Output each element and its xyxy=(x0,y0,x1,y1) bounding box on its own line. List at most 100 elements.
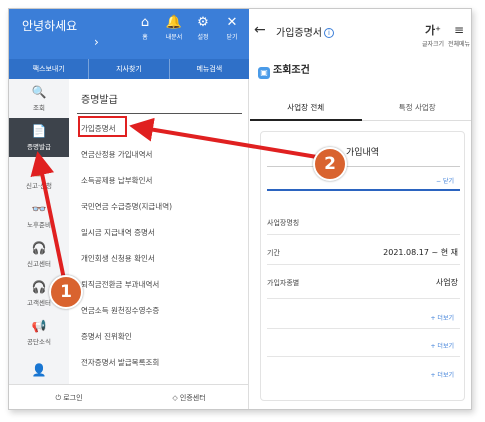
my-documents-button[interactable]: 🔔 내문서 xyxy=(163,15,185,41)
menu-item[interactable]: 일시금 지급내역 증명서 xyxy=(81,227,155,238)
sidebar-item-label: 공단소식 xyxy=(27,337,51,346)
chevron-right-icon[interactable]: › xyxy=(94,35,99,49)
step-badge-2: 2 xyxy=(313,147,347,181)
login-label: 로그인 xyxy=(63,394,83,402)
sidebar-item-label: 노후준비 xyxy=(27,220,51,229)
back-arrow-icon[interactable]: ← xyxy=(254,22,266,38)
history-card: 가입내역 − 닫기 사업장명칭 기간 2021.08.17 ~ 현 재 가입자종… xyxy=(260,131,465,401)
page-title: 가입증명서 i xyxy=(276,24,334,39)
card-divider xyxy=(267,166,460,167)
row-label: 가입자종별 xyxy=(267,279,300,287)
row-divider xyxy=(267,298,460,299)
panel-header: ← 가입증명서 i 가⁺ 글자크기 ≡ 전체메뉴 xyxy=(250,9,471,55)
accent-bar xyxy=(267,189,460,191)
user-icon: 👤 xyxy=(31,362,47,377)
row-divider xyxy=(267,328,460,329)
menu-item[interactable]: 개인회생 신청용 확인서 xyxy=(81,253,155,264)
font-size-icon: 가⁺ xyxy=(425,24,441,37)
headset-icon: 🎧 xyxy=(31,240,47,255)
step-badge-1: 1 xyxy=(49,275,83,309)
sidebar-item-label: 신고·신청 xyxy=(26,181,52,190)
condition-heading: ▣ 조회조건 xyxy=(258,61,310,79)
condition-label: 조회조건 xyxy=(273,65,310,76)
sidebar-item-report-center[interactable]: 🎧 신고센터 xyxy=(9,235,69,274)
menu-search-link[interactable]: 메뉴검색 xyxy=(170,59,249,79)
sidebar-item-label: 조회 xyxy=(33,103,45,112)
menu-item[interactable]: 연금소득 원천징수영수증 xyxy=(81,305,159,316)
sidebar-item-label: 신고센터 xyxy=(27,259,51,268)
bell-icon: 🔔 xyxy=(165,15,183,30)
clipboard-icon: 📋 xyxy=(31,162,47,177)
sidebar-item-label: 증명발급 xyxy=(27,142,51,151)
side-drawer: 안녕하세요 › ⌂ 홈 🔔 내문서 ⚙ 설정 ✕ 닫기 팩스보내기 지사찾기 메… xyxy=(9,9,249,409)
row-workplace-name: 사업장명칭 xyxy=(267,218,460,228)
row-label: 사업장명칭 xyxy=(267,219,300,227)
tab-all-workplaces[interactable]: 사업장 전체 xyxy=(250,95,362,121)
condition-icon: ▣ xyxy=(258,67,270,79)
row-divider xyxy=(267,356,460,357)
quick-links: 팩스보내기 지사찾기 메뉴검색 xyxy=(9,59,249,79)
row-value: 사업장 xyxy=(435,278,458,287)
font-size-label: 글자크기 xyxy=(421,41,445,48)
info-icon[interactable]: i xyxy=(324,28,334,38)
sidebar-item-certificate[interactable]: 📄 증명발급 xyxy=(9,118,69,157)
row-member-type: 가입자종별 사업장 xyxy=(267,278,460,288)
row-divider xyxy=(267,234,460,235)
certificate-panel: ← 가입증명서 i 가⁺ 글자크기 ≡ 전체메뉴 ▣ 조회조건 사업장 전체 특정 … xyxy=(250,9,471,409)
gear-icon: ⚙ xyxy=(197,15,209,30)
document-icon: 📄 xyxy=(31,123,47,138)
app-frame: 안녕하세요 › ⌂ 홈 🔔 내문서 ⚙ 설정 ✕ 닫기 팩스보내기 지사찾기 메… xyxy=(8,8,472,410)
settings-button[interactable]: ⚙ 설정 xyxy=(192,15,214,41)
sidebar-item-report[interactable]: 📋 신고·신청 xyxy=(9,157,69,196)
row-value: 2021.08.17 ~ 현 재 xyxy=(383,248,458,257)
auth-center-label: 인증센터 xyxy=(179,394,206,402)
glasses-icon: 👓 xyxy=(31,201,47,216)
row-period: 기간 2021.08.17 ~ 현 재 xyxy=(267,248,460,258)
more-button[interactable]: + 더보기 xyxy=(431,341,455,350)
menu-item[interactable]: 증명서 진위확인 xyxy=(81,331,132,342)
section-divider xyxy=(77,113,242,114)
sidebar-item-inquiry[interactable]: 🔍 조회 xyxy=(9,79,69,118)
close-icon: ✕ xyxy=(226,15,238,30)
close-label: 닫기 xyxy=(226,34,238,41)
auth-center-button[interactable]: ◇ 인증센터 xyxy=(129,393,249,403)
menu-item[interactable]: 국민연금 수급증명(지급내역) xyxy=(81,201,172,212)
font-size-button[interactable]: 가⁺ 글자크기 xyxy=(420,19,446,48)
all-menu-button[interactable]: ≡ 전체메뉴 xyxy=(446,19,471,48)
card-title: 가입내역 xyxy=(345,148,380,158)
sidebar-item-label: 고객센터 xyxy=(27,298,51,307)
collapse-button[interactable]: − 닫기 xyxy=(436,176,454,185)
page-title-text: 가입증명서 xyxy=(276,28,322,39)
more-button[interactable]: + 더보기 xyxy=(431,313,455,322)
highlight-box xyxy=(78,116,127,137)
section-title: 증명발급 xyxy=(81,95,118,106)
settings-label: 설정 xyxy=(197,34,209,41)
search-icon: 🔍 xyxy=(31,84,47,99)
drawer-footer: ⏻ 로그인 ◇ 인증센터 xyxy=(9,384,249,409)
close-button[interactable]: ✕ 닫기 xyxy=(221,15,243,41)
home-icon: ⌂ xyxy=(140,15,150,30)
login-button[interactable]: ⏻ 로그인 xyxy=(9,393,129,403)
home-label: 홈 xyxy=(142,34,148,41)
greeting[interactable]: 안녕하세요 xyxy=(22,17,77,34)
category-sidebar: 🔍 조회 📄 증명발급 📋 신고·신청 👓 노후준비 🎧 신고센터 🎧 고객센터… xyxy=(9,79,69,384)
row-label: 기간 xyxy=(267,249,280,257)
headset-icon: 🎧 xyxy=(31,279,47,294)
megaphone-icon: 📢 xyxy=(31,318,47,333)
branch-search-link[interactable]: 지사찾기 xyxy=(89,59,170,79)
more-button[interactable]: + 더보기 xyxy=(431,370,455,379)
tab-specific-workplace[interactable]: 특정 사업장 xyxy=(361,95,471,121)
fax-link[interactable]: 팩스보내기 xyxy=(9,59,90,79)
sidebar-item-news[interactable]: 📢 공단소식 xyxy=(9,313,69,352)
row-divider xyxy=(267,264,460,265)
drawer-header: 안녕하세요 › ⌂ 홈 🔔 내문서 ⚙ 설정 ✕ 닫기 xyxy=(9,9,249,59)
menu-item[interactable]: 소득공제용 납부확인서 xyxy=(81,175,152,186)
menu-item[interactable]: 연금산정용 가입내역서 xyxy=(81,149,152,160)
hamburger-icon: ≡ xyxy=(453,23,465,37)
all-menu-label: 전체메뉴 xyxy=(447,41,471,48)
my-documents-label: 내문서 xyxy=(165,34,183,41)
menu-item[interactable]: 전자증명서 발급목록조회 xyxy=(81,357,159,368)
home-button[interactable]: ⌂ 홈 xyxy=(134,15,156,41)
menu-item[interactable]: 퇴직금전환금 부과내역서 xyxy=(81,279,159,290)
sidebar-item-retirement[interactable]: 👓 노후준비 xyxy=(9,196,69,235)
